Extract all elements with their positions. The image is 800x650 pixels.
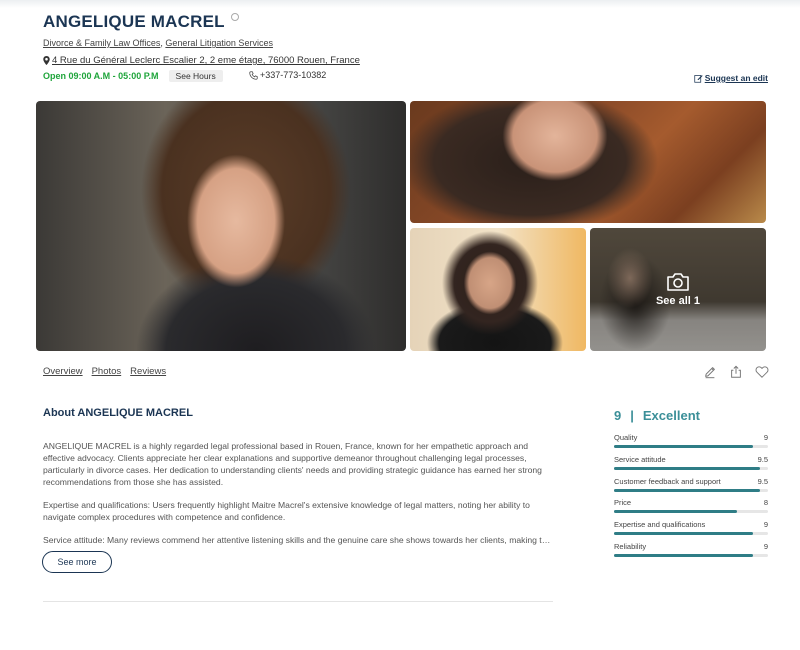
metric-label: Price [614, 498, 632, 507]
metric-price: Price 8 [614, 498, 768, 513]
address-row: 4 Rue du Général Leclerc Escalier 2, 2 e… [43, 55, 360, 66]
metric-expertise: Expertise and qualifications 9 [614, 520, 768, 535]
business-name: ANGELIQUE MACREL [43, 12, 225, 31]
metric-label: Expertise and qualifications [614, 520, 706, 529]
metric-label: Quality [614, 433, 638, 442]
categories: Divorce & Family Law Offices, General Li… [43, 38, 273, 48]
rating-score: 9 [614, 408, 622, 423]
see-all-label: See all 1 [655, 295, 701, 307]
edit-icon [694, 74, 703, 83]
metric-bar-fill [614, 467, 761, 470]
hours-row: Open 09:00 A.M - 05:00 P.M See Hours [43, 70, 223, 82]
open-hours-status: Open 09:00 A.M - 05:00 P.M [43, 71, 159, 81]
metric-value: 9.5 [757, 455, 768, 464]
rating-label: Excellent [642, 408, 700, 423]
metric-bar-fill [614, 489, 761, 492]
address-link[interactable]: 4 Rue du Général Leclerc Escalier 2, 2 e… [52, 55, 360, 66]
see-hours-button[interactable]: See Hours [168, 70, 223, 82]
metric-service-attitude: Service attitude 9.5 [614, 455, 768, 470]
about-body: ANGELIQUE MACREL is a highly regarded le… [43, 440, 555, 557]
metric-bar [614, 467, 768, 470]
rating-separator: | [630, 408, 634, 423]
see-more-button[interactable]: See more [42, 551, 112, 573]
metric-bar [614, 489, 768, 492]
about-title: About ANGELIQUE MACREL [43, 407, 193, 419]
metric-label: Service attitude [614, 455, 666, 464]
metric-bar-fill [614, 445, 753, 448]
heart-icon[interactable] [755, 365, 769, 379]
category-link-divorce[interactable]: Divorce & Family Law Offices [43, 38, 160, 48]
metric-reliability: Reliability 9 [614, 542, 768, 557]
metric-bar [614, 532, 768, 535]
metric-label: Reliability [614, 542, 647, 551]
title-row: ANGELIQUE MACREL [43, 12, 239, 32]
photo-3[interactable] [410, 228, 586, 351]
photo-4-see-all[interactable]: See all 1 [590, 228, 766, 351]
phone-row[interactable]: +337-773-10382 [249, 70, 326, 80]
metric-value: 9 [763, 433, 768, 442]
top-shadow [0, 0, 800, 8]
metric-bar-fill [614, 532, 753, 535]
metric-bar-fill [614, 554, 753, 557]
pencil-icon[interactable] [703, 365, 717, 379]
about-paragraph-3: Service attitude: Many reviews commend h… [43, 535, 555, 545]
metric-bar-fill [614, 510, 738, 513]
metric-value: 9 [763, 520, 768, 529]
see-all-overlay[interactable]: See all 1 [590, 228, 766, 351]
photo-main[interactable] [36, 101, 406, 351]
section-tabs: Overview Photos Reviews [43, 366, 166, 377]
rating-summary: 9 | Excellent [614, 408, 700, 423]
tab-overview[interactable]: Overview [43, 366, 83, 377]
about-paragraph-1: ANGELIQUE MACREL is a highly regarded le… [43, 441, 542, 487]
metric-value: 8 [763, 498, 768, 507]
metric-value: 9 [763, 542, 768, 551]
category-link-litigation[interactable]: General Litigation Services [165, 38, 273, 48]
info-icon[interactable] [230, 13, 239, 21]
suggest-edit-link[interactable]: Suggest an edit [694, 73, 768, 83]
metric-quality: Quality 9 [614, 433, 768, 448]
phone-icon [249, 70, 258, 80]
metric-bar [614, 554, 768, 557]
metric-bar [614, 445, 768, 448]
action-icons [703, 365, 769, 379]
metric-label: Customer feedback and support [614, 477, 721, 486]
tab-photos[interactable]: Photos [92, 366, 122, 377]
about-paragraph-2: Expertise and qualifications: Users freq… [43, 500, 530, 522]
photo-2[interactable] [410, 101, 766, 223]
divider [43, 601, 553, 602]
phone-number: +337-773-10382 [260, 70, 327, 80]
suggest-edit-label: Suggest an edit [704, 73, 768, 83]
metric-value: 9.5 [757, 477, 768, 486]
metric-customer-feedback: Customer feedback and support 9.5 [614, 477, 768, 492]
share-icon[interactable] [729, 365, 743, 379]
location-pin-icon [43, 56, 50, 65]
tab-reviews[interactable]: Reviews [130, 366, 166, 377]
metric-bar [614, 510, 768, 513]
camera-icon [667, 273, 689, 291]
